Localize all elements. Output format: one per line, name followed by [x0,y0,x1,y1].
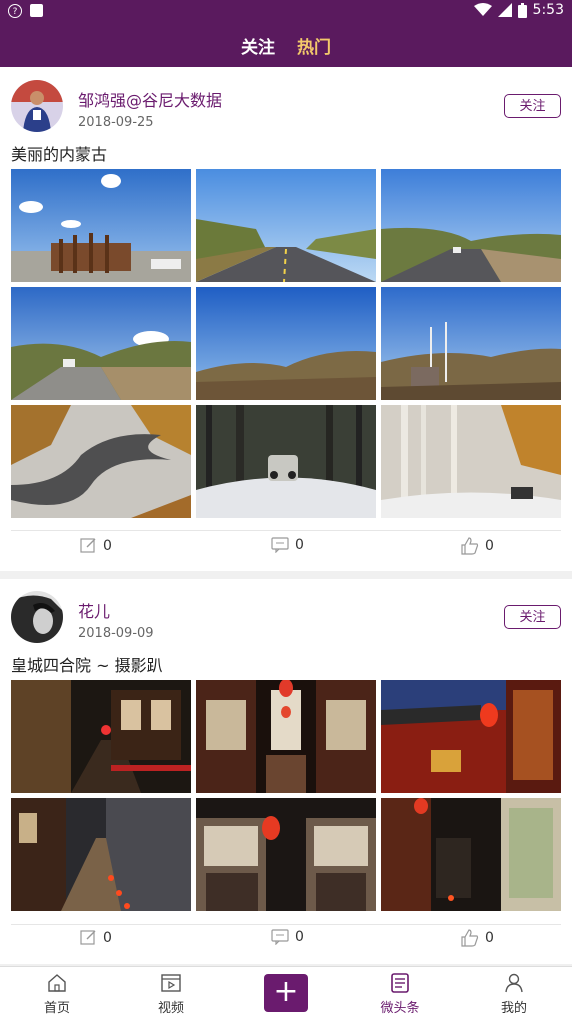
post-actions: 0 0 0 [0,929,572,959]
edit-count: 0 [103,929,112,946]
battery-icon [517,2,527,18]
nav-micro-headline[interactable]: 微头条 [360,967,440,1017]
post-card: 花儿 2018-09-09 关注 皇城四合院 ~ 摄影趴 0 0 0 [0,579,572,964]
edit-action[interactable]: 0 [80,537,112,554]
divider [11,530,561,531]
comment-count: 0 [295,929,304,945]
post-photo[interactable] [196,287,376,400]
post-photo[interactable] [11,169,191,282]
author-name[interactable]: 花儿 [78,598,110,622]
post-card: 邹鸿强@谷尼大数据 2018-09-25 关注 美丽的内蒙古 0 0 0 [0,67,572,571]
publish-button[interactable]: + [264,974,308,1012]
nav-label: 我的 [500,1001,527,1016]
avatar[interactable] [11,80,63,132]
post-photo[interactable] [196,798,376,911]
edit-icon [80,930,96,945]
post-photo[interactable] [381,169,561,282]
like-count: 0 [485,538,494,554]
tab-hot[interactable]: 热门 [297,33,331,58]
like-count: 0 [485,930,494,946]
post-photo[interactable] [196,680,376,793]
nav-label: 首页 [43,1001,70,1016]
nav-home[interactable]: 首页 [17,967,97,1017]
top-tab-bar: 关注 热门 [0,24,572,67]
plus-icon: + [273,974,299,1009]
follow-button[interactable]: 关注 [504,605,561,629]
edit-icon [80,538,96,553]
video-icon [161,974,181,992]
post-photo[interactable] [381,287,561,400]
comment-count: 0 [295,537,304,553]
like-action[interactable]: 0 [461,537,494,555]
app-icon [30,4,43,17]
nav-profile[interactable]: 我的 [474,967,554,1017]
post-photo[interactable] [196,169,376,282]
comment-action[interactable]: 0 [271,929,304,945]
user-icon [505,973,523,993]
post-date: 2018-09-25 [78,115,154,130]
signal-icon [497,3,512,17]
author-name[interactable]: 邹鸿强@谷尼大数据 [78,87,222,111]
nav-label: 微头条 [380,1001,420,1016]
post-photo[interactable] [11,287,191,400]
post-photo[interactable] [381,798,561,911]
home-icon [48,974,66,992]
post-photo[interactable] [381,405,561,518]
edit-count: 0 [103,537,112,554]
post-photo[interactable] [11,680,191,793]
post-date: 2018-09-09 [78,626,154,641]
post-photo[interactable] [11,405,191,518]
like-action[interactable]: 0 [461,929,494,947]
divider [11,924,561,925]
nav-video[interactable]: 视频 [131,967,211,1017]
post-title: 皇城四合院 ~ 摄影趴 [11,656,163,675]
comment-icon [271,537,289,553]
post-actions: 0 0 0 [0,537,572,567]
accessibility-icon: ? [8,4,22,18]
nav-label: 视频 [157,1001,184,1016]
post-photo[interactable] [11,798,191,911]
photo-grid [11,680,561,914]
post-title: 美丽的内蒙古 [11,145,108,164]
tab-following[interactable]: 关注 [241,33,275,58]
thumbs-up-icon [461,537,479,555]
thumbs-up-icon [461,929,479,947]
avatar[interactable] [11,591,63,643]
comment-action[interactable]: 0 [271,537,304,553]
comment-icon [271,929,289,945]
post-photo[interactable] [196,405,376,518]
edit-action[interactable]: 0 [80,929,112,946]
status-bar: ? 5:53 [0,0,572,24]
wifi-icon [473,3,492,16]
status-time: 5:53 [532,2,564,18]
photo-grid [11,169,561,521]
follow-button[interactable]: 关注 [504,94,561,118]
article-icon [391,973,409,993]
post-photo[interactable] [381,680,561,793]
